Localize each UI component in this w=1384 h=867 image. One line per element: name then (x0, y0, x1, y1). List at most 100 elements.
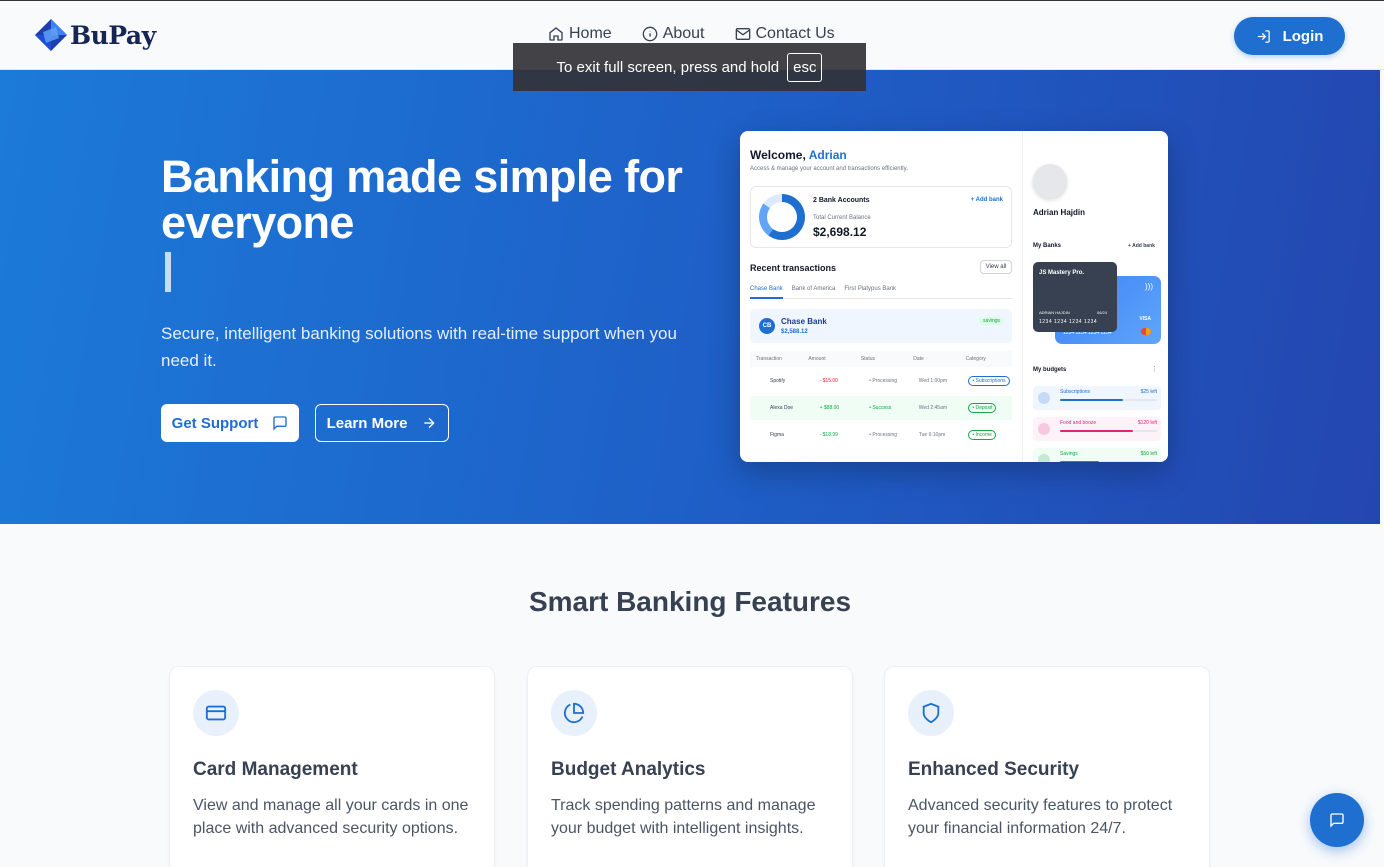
table-header-cell: Status (860, 356, 875, 362)
table-header-cell: Transaction (756, 356, 782, 362)
feature-title: Budget Analytics (551, 759, 706, 780)
credit-card-icon (205, 705, 227, 721)
card-holder: ADRIAN HAJDIN 06/24 (1039, 310, 1107, 315)
row-name: Spotify (770, 378, 786, 384)
budget-item: Savings $50 left (1033, 448, 1161, 462)
chat-support-button[interactable] (1310, 793, 1364, 847)
nav-home-label: Home (569, 25, 612, 42)
row-amount: - $15.00 (819, 378, 838, 384)
preview-bank-tabs: Chase Bank Bank of America First Platypu… (750, 286, 1012, 299)
get-support-button[interactable]: Get Support (161, 404, 299, 442)
dashboard-preview: Welcome, Adrian Access & manage your acc… (740, 131, 1168, 462)
arrow-right-icon (424, 417, 436, 429)
shield-icon (922, 702, 940, 724)
nav-links: Home About Contact Us (548, 25, 835, 43)
budget-left: $120 left (1137, 420, 1157, 426)
preview-bank-name: Chase Bank (781, 317, 827, 326)
more-options-icon: ⋮ (1151, 366, 1158, 373)
info-icon (642, 26, 658, 42)
preview-balance-box: 2 Bank Accounts + Add bank Total Current… (750, 186, 1012, 248)
feature-description: Advanced security features to protect yo… (908, 797, 1173, 837)
row-category: • Subscriptions (968, 376, 1010, 386)
budget-left: $50 left (1140, 451, 1157, 457)
bank-initials-avatar: CB (759, 318, 775, 334)
brand-name: BuPay (70, 20, 156, 50)
table-row: Figma - $18.99 • Processing Tue 6:10pm •… (750, 423, 1012, 447)
row-category: • Deposit (968, 403, 997, 413)
learn-more-button[interactable]: Learn More (315, 404, 449, 442)
preview-my-budgets: My budgets (1033, 367, 1067, 373)
bank-card-front: JS Mastery Pro. ADRIAN HAJDIN 06/24 1234 … (1033, 262, 1117, 332)
piggy-bank-icon (1038, 454, 1050, 462)
hero-section: Banking made simple for everyone Secure,… (0, 70, 1380, 524)
fullscreen-exit-toast: To exit full screen, press and hold esc (513, 43, 866, 91)
budget-label: Subscriptions (1060, 389, 1091, 395)
balance-donut-chart (759, 194, 805, 240)
preview-total-label: Total Current Balance (813, 215, 871, 221)
budget-fill (1060, 430, 1133, 432)
nav-contact-label: Contact Us (755, 25, 835, 42)
budget-item: Subscriptions $25 left (1033, 386, 1161, 410)
nav-about[interactable]: About (642, 25, 705, 43)
feature-icon-wrap (908, 690, 954, 736)
row-status: • Processing (869, 378, 898, 384)
row-status: • Success (869, 405, 892, 411)
esc-key: esc (787, 52, 823, 82)
budget-left: $25 left (1140, 389, 1157, 395)
brand-logo[interactable]: BuPay (34, 18, 156, 52)
card-holder-name: ADRIAN HAJDIN (1039, 310, 1070, 315)
nav-home[interactable]: Home (548, 25, 612, 43)
table-row: Spotify - $15.00 • Processing Wed 1:00pm… (750, 369, 1012, 393)
feature-card-budget-analytics: Budget Analytics Track spending patterns… (527, 666, 853, 867)
preview-table-header: Transaction Amount Status Date Category (750, 351, 1012, 367)
contactless-icon: ))) (1145, 282, 1153, 291)
row-date: Wed 2:45am (918, 405, 948, 411)
preview-bank-amount: $2,588.12 (781, 329, 808, 335)
table-row: Alexa Doe + $88.00 • Success Wed 2:45am … (750, 396, 1012, 420)
nav-contact[interactable]: Contact Us (735, 25, 835, 43)
budget-fill (1060, 461, 1099, 462)
avatar (1033, 164, 1067, 198)
typing-cursor (165, 252, 171, 292)
chat-icon (273, 416, 287, 431)
features-title: Smart Banking Features (528, 586, 852, 617)
row-date: Tue 6:10pm (918, 432, 946, 438)
home-icon (549, 27, 563, 41)
table-header-cell: Category (965, 356, 986, 362)
preview-profile-name: Adrian Hajdin (1033, 208, 1086, 217)
login-label: Login (1282, 27, 1324, 45)
row-status: • Processing (869, 432, 898, 438)
feature-description: Track spending patterns and manage your … (551, 797, 816, 837)
chat-bubble-icon (1330, 813, 1344, 828)
budget-label: Food and booze (1060, 420, 1097, 426)
preview-add-bank-2: + Add bank (1128, 243, 1155, 249)
preview-welcome-text: Welcome, (750, 148, 806, 162)
hero-title: Banking made simple for everyone (161, 151, 683, 248)
table-header-cell: Date (913, 356, 924, 362)
feature-card-card-management: Card Management View and manage all your… (169, 666, 495, 867)
pie-chart-icon (563, 702, 585, 723)
budget-label: Savings (1060, 451, 1078, 457)
feature-icon-wrap (193, 690, 239, 736)
preview-sidebar: Adrian Hajdin My Banks + Add bank VISA 1… (1023, 131, 1168, 462)
budget-item: Food and booze $120 left (1033, 417, 1161, 441)
mail-icon (735, 28, 750, 40)
login-button[interactable]: Login (1234, 17, 1345, 55)
preview-my-banks: My Banks (1033, 243, 1062, 249)
budget-fill (1060, 399, 1124, 401)
budget-bar (1060, 461, 1157, 462)
login-icon (1257, 29, 1270, 43)
table-header-cell: Amount (808, 356, 826, 362)
card-title: JS Mastery Pro. (1039, 270, 1085, 276)
preview-welcome: Welcome, Adrian (750, 148, 847, 162)
preview-add-bank: + Add bank (970, 197, 1003, 203)
preview-tab: Chase Bank (750, 286, 783, 299)
bag-icon (1038, 423, 1050, 435)
row-category: • Income (968, 430, 996, 440)
budget-bar (1060, 399, 1157, 401)
feature-description: View and manage all your cards in one pl… (193, 797, 469, 837)
get-support-label: Get Support (171, 414, 259, 432)
preview-view-all: View all (980, 260, 1012, 274)
monitor-icon (1038, 392, 1050, 404)
feature-icon-wrap (551, 690, 597, 736)
